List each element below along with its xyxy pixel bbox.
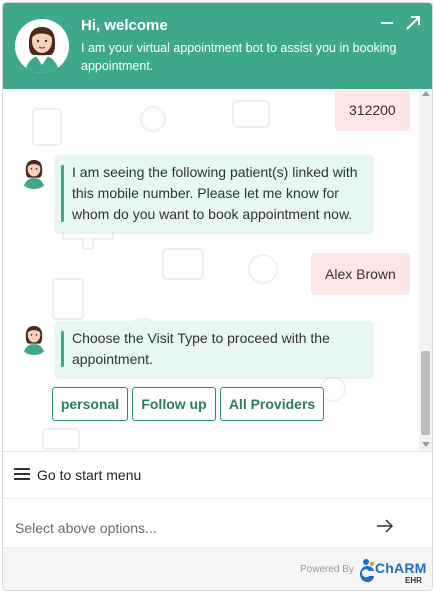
charm-ehr-logo: ChARM EHR [357,556,427,586]
bot-message-accent [61,331,64,367]
message-input-row [3,505,432,547]
brand-sub: EHR [405,576,422,585]
option-follow-up-button[interactable]: Follow up [132,387,216,421]
bot-message: I am seeing the following patient(s) lin… [55,155,373,232]
start-menu-label: Go to start menu [37,467,142,483]
expand-arrow-icon[interactable] [403,13,423,33]
chat-footer: Powered By ChARM EHR [3,547,432,590]
message-input[interactable] [13,513,357,543]
arrow-right-icon[interactable] [375,517,395,535]
user-message: 312200 [335,89,410,131]
header-subtitle: I am your virtual appointment bot to ass… [81,41,397,73]
bot-message: Choose the Visit Type to proceed with th… [55,321,373,377]
powered-by-label: Powered By [300,564,354,575]
bot-avatar [17,155,51,189]
user-message: Alex Brown [311,253,410,295]
chat-messages: 312200 I am seeing the following patient… [3,89,419,451]
bot-message-text: Choose the Visit Type to proceed with th… [72,330,330,367]
header-title: Hi, welcome [81,17,168,34]
chat-scrollbar[interactable] [419,89,432,451]
bot-message-text: I am seeing the following patient(s) lin… [72,164,358,222]
scroll-down-arrow-icon[interactable] [422,442,430,447]
scroll-up-arrow-icon[interactable] [422,91,430,96]
chat-widget: Hi, welcome I am your virtual appointmen… [2,2,433,591]
assistant-avatar [15,19,69,73]
bot-message-accent [61,165,64,222]
option-all-providers-button[interactable]: All Providers [220,387,324,421]
start-menu-button[interactable]: Go to start menu [3,451,432,499]
minimize-icon[interactable] [377,13,397,33]
hamburger-menu-icon [14,468,30,480]
option-personal-button[interactable]: personal [52,387,128,421]
chat-header: Hi, welcome I am your virtual appointmen… [3,3,432,89]
charm-logo-icon [360,559,374,583]
bot-avatar [17,321,51,355]
scrollbar-thumb[interactable] [421,351,430,435]
brand-name: ChARM [375,560,427,576]
